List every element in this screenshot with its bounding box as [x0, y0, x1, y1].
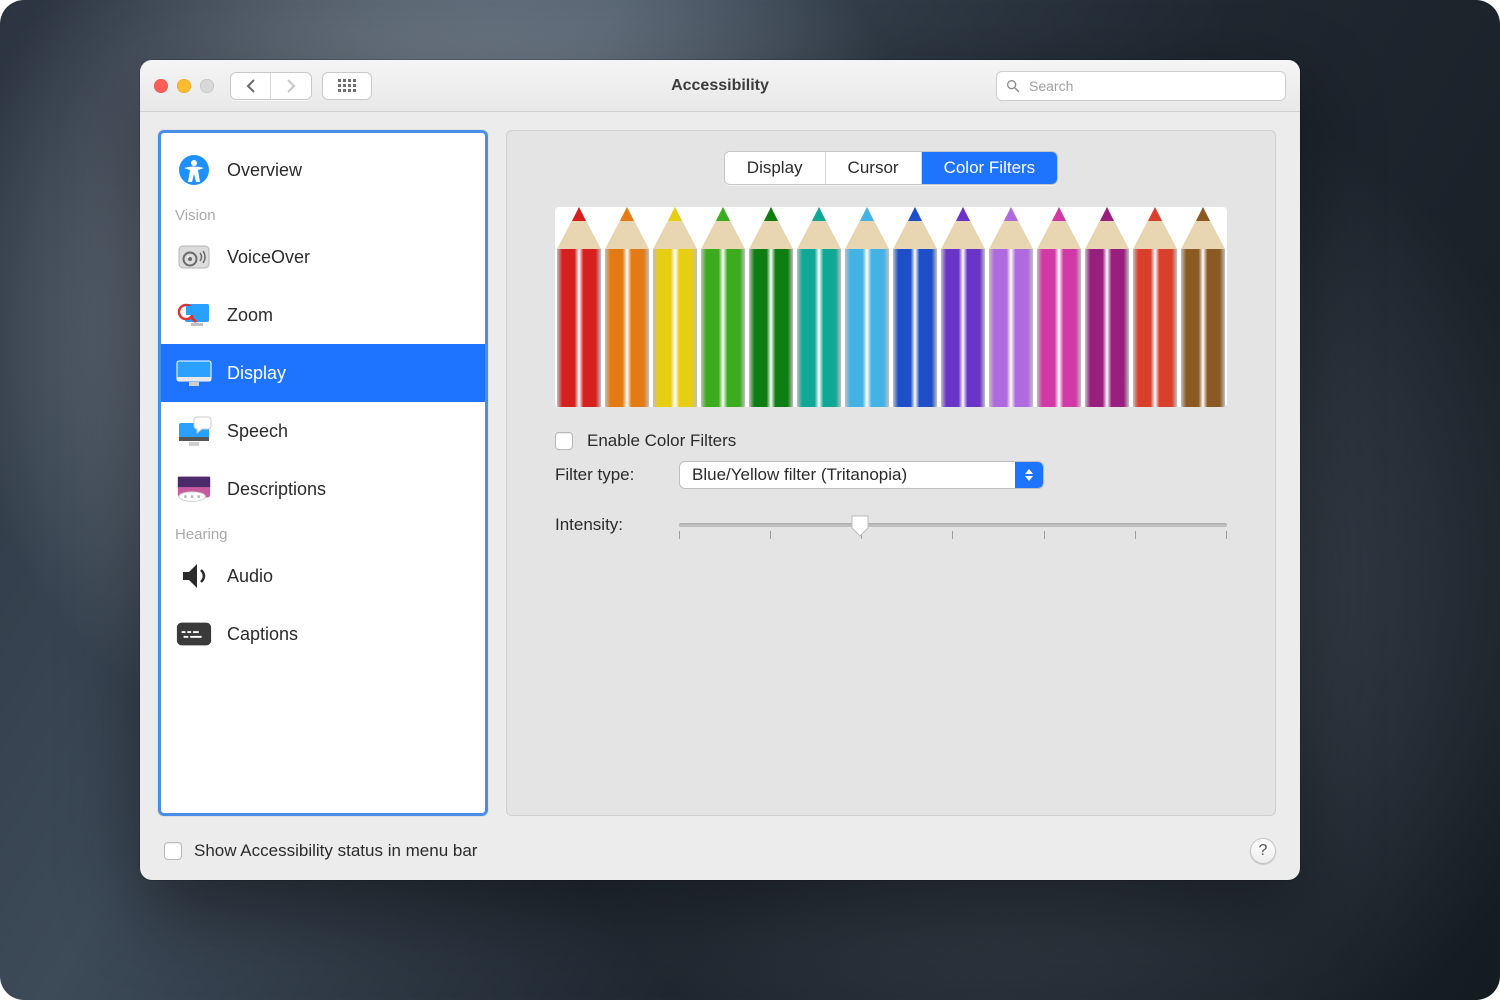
- preview-pencil: [651, 207, 699, 407]
- preview-pencil: [699, 207, 747, 407]
- color-filter-preview: [555, 207, 1227, 407]
- speech-icon: [175, 415, 213, 447]
- sidebar-item-label: Captions: [227, 624, 298, 645]
- captions-icon: [175, 618, 213, 650]
- enable-color-filters-checkbox[interactable]: [555, 432, 573, 450]
- sidebar-item-voiceover[interactable]: VoiceOver: [161, 228, 485, 286]
- tab-cursor[interactable]: Cursor: [826, 152, 922, 184]
- sidebar-item-zoom[interactable]: Zoom: [161, 286, 485, 344]
- sidebar-item-captions[interactable]: Captions: [161, 605, 485, 663]
- show-all-button[interactable]: [322, 72, 372, 100]
- zoom-window-button[interactable]: [200, 79, 214, 93]
- preview-pencil: [795, 207, 843, 407]
- sidebar-item-speech[interactable]: Speech: [161, 402, 485, 460]
- voiceover-icon: [175, 241, 213, 273]
- intensity-row: Intensity:: [555, 511, 1227, 539]
- enable-color-filters-row: Enable Color Filters: [555, 431, 1227, 451]
- window-body: Overview Vision VoiceOver: [140, 112, 1300, 828]
- settings-pane: Display Cursor Color Filters Enable Colo…: [506, 130, 1276, 816]
- sidebar-item-overview[interactable]: Overview: [161, 141, 485, 199]
- slider-ticks: [679, 531, 1227, 539]
- menubar-status-label: Show Accessibility status in menu bar: [194, 841, 477, 861]
- tab-color-filters[interactable]: Color Filters: [922, 152, 1058, 184]
- intensity-slider[interactable]: [679, 511, 1227, 539]
- forward-button[interactable]: [271, 73, 311, 99]
- grid-icon: [338, 79, 356, 92]
- menubar-status-checkbox[interactable]: [164, 842, 182, 860]
- preview-pencil: [603, 207, 651, 407]
- search-input[interactable]: [996, 71, 1286, 101]
- display-icon: [175, 357, 213, 389]
- preview-pencil: [939, 207, 987, 407]
- accessibility-icon: [175, 154, 213, 186]
- slider-track: [679, 523, 1227, 527]
- search-field-wrapper: [996, 71, 1286, 101]
- preview-pencil: [843, 207, 891, 407]
- sidebar-item-label: VoiceOver: [227, 247, 310, 268]
- window-traffic-lights: [154, 79, 214, 93]
- search-icon: [1005, 78, 1021, 94]
- preview-pencil: [987, 207, 1035, 407]
- titlebar: Accessibility: [140, 60, 1300, 112]
- tab-display[interactable]: Display: [725, 152, 826, 184]
- zoom-icon: [175, 299, 213, 331]
- sidebar-item-label: Speech: [227, 421, 288, 442]
- sidebar-item-label: Audio: [227, 566, 273, 587]
- sidebar-item-descriptions[interactable]: Descriptions: [161, 460, 485, 518]
- preview-pencil: [555, 207, 603, 407]
- main-pane: Display Cursor Color Filters Enable Colo…: [506, 130, 1276, 816]
- back-button[interactable]: [231, 73, 271, 99]
- preview-pencil: [1083, 207, 1131, 407]
- preview-pencil: [1131, 207, 1179, 407]
- descriptions-icon: [175, 473, 213, 505]
- intensity-label: Intensity:: [555, 515, 665, 535]
- help-button[interactable]: ?: [1250, 838, 1276, 864]
- sidebar-section-hearing: Hearing: [161, 518, 485, 547]
- window-footer: Show Accessibility status in menu bar ?: [140, 828, 1300, 880]
- sidebar-section-vision: Vision: [161, 199, 485, 228]
- sidebar-item-display[interactable]: Display: [161, 344, 485, 402]
- sidebar[interactable]: Overview Vision VoiceOver: [158, 130, 488, 816]
- sidebar-item-audio[interactable]: Audio: [161, 547, 485, 605]
- popup-arrows-icon: [1015, 462, 1043, 488]
- filter-type-popup[interactable]: Blue/Yellow filter (Tritanopia): [679, 461, 1044, 489]
- sidebar-item-label: Display: [227, 363, 286, 384]
- preview-pencil: [1035, 207, 1083, 407]
- filter-type-label: Filter type:: [555, 465, 665, 485]
- display-tabs: Display Cursor Color Filters: [724, 151, 1058, 185]
- close-window-button[interactable]: [154, 79, 168, 93]
- sidebar-item-label: Zoom: [227, 305, 273, 326]
- preview-pencil: [747, 207, 795, 407]
- nav-back-forward-segment: [230, 72, 312, 100]
- filter-type-row: Filter type: Blue/Yellow filter (Tritano…: [555, 461, 1227, 489]
- slider-thumb[interactable]: [850, 514, 870, 538]
- preview-pencil: [1179, 207, 1227, 407]
- filter-type-value: Blue/Yellow filter (Tritanopia): [680, 462, 1015, 488]
- sidebar-item-label: Descriptions: [227, 479, 326, 500]
- preview-pencil: [891, 207, 939, 407]
- enable-color-filters-label: Enable Color Filters: [587, 431, 736, 451]
- minimize-window-button[interactable]: [177, 79, 191, 93]
- sidebar-item-label: Overview: [227, 160, 302, 181]
- preferences-window: Accessibility Overview Vision: [140, 60, 1300, 880]
- audio-icon: [175, 560, 213, 592]
